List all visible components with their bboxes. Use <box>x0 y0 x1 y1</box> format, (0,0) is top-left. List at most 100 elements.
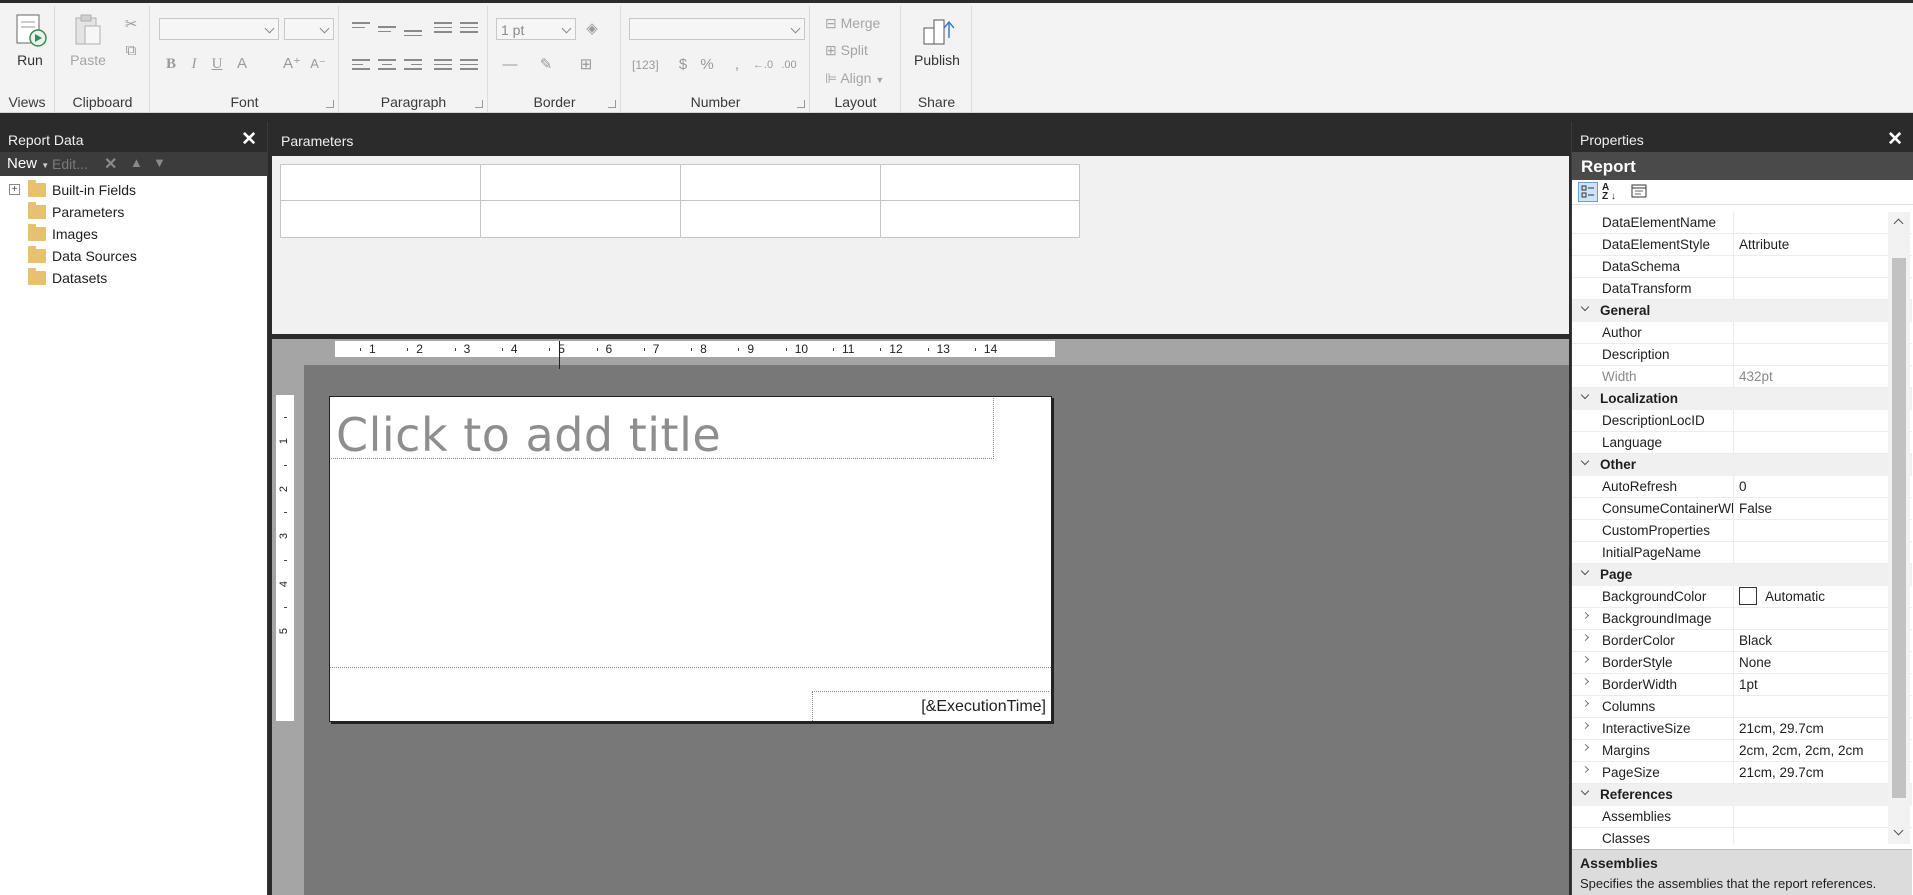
parameter-cell[interactable] <box>281 165 481 201</box>
new-button[interactable]: New ▼ <box>7 155 49 172</box>
fill-color-icon[interactable]: ◈ <box>581 18 603 40</box>
chevron-right-icon[interactable] <box>1581 611 1590 620</box>
chevron-right-icon[interactable] <box>1581 633 1590 642</box>
property-row[interactable]: BackgroundColor Automatic <box>1572 586 1912 608</box>
decrease-decimal-icon[interactable]: .00 <box>778 54 800 76</box>
increase-indent-icon[interactable] <box>460 22 478 36</box>
property-row[interactable]: ConsumeContainerWhitespace False <box>1572 498 1912 520</box>
scroll-up-icon[interactable] <box>1893 218 1904 229</box>
property-value[interactable]: 432pt <box>1733 366 1890 387</box>
chevron-right-icon[interactable] <box>1581 655 1590 664</box>
property-pages-icon[interactable] <box>1630 182 1650 202</box>
italic-icon[interactable]: I <box>183 53 205 75</box>
border-dialog-launcher-icon[interactable] <box>608 100 616 108</box>
property-value[interactable] <box>1733 212 1890 233</box>
tree-item[interactable]: Data Sources <box>0 245 267 267</box>
tree-item[interactable]: + Built-in Fields <box>0 179 267 201</box>
chevron-right-icon[interactable] <box>1581 743 1590 752</box>
property-row[interactable]: AutoRefresh 0 <box>1572 476 1912 498</box>
decrease-indent-icon[interactable] <box>434 22 452 36</box>
placeholder-icon[interactable]: [123] <box>632 54 659 76</box>
execution-time-textbox[interactable]: [&ExecutionTime] <box>812 691 1049 721</box>
property-value[interactable] <box>1733 278 1890 299</box>
parameter-cell[interactable] <box>881 201 1079 237</box>
property-row[interactable]: Author <box>1572 322 1912 344</box>
property-category[interactable]: General <box>1572 300 1912 322</box>
property-row[interactable]: DataTransform <box>1572 278 1912 300</box>
collapse-icon[interactable] <box>1580 302 1590 312</box>
design-surface[interactable]: 1 2 3 4 5 6 7 8 9 10 11 12 13 14 12345 Click to add t… <box>272 339 1569 895</box>
number-format-combo[interactable] <box>629 18 805 40</box>
property-row[interactable]: BorderWidth 1pt <box>1572 674 1912 696</box>
parameters-grid[interactable] <box>280 164 1080 238</box>
property-value[interactable] <box>1733 806 1890 827</box>
border-width-combo[interactable]: 1 pt <box>496 18 576 40</box>
property-value[interactable]: 21cm, 29.7cm <box>1733 718 1890 739</box>
property-value[interactable] <box>1733 344 1890 365</box>
scrollbar-thumb[interactable] <box>1892 258 1906 798</box>
property-value[interactable] <box>1733 256 1890 277</box>
font-size-combo[interactable] <box>284 18 334 40</box>
property-value[interactable]: Black <box>1733 630 1890 651</box>
align-left-icon[interactable] <box>352 59 370 73</box>
parameter-cell[interactable] <box>281 201 481 237</box>
run-button[interactable]: Run <box>10 12 50 68</box>
paragraph-dialog-launcher-icon[interactable] <box>475 100 483 108</box>
property-row[interactable]: DataElementStyle Attribute <box>1572 234 1912 256</box>
property-row[interactable]: InteractiveSize 21cm, 29.7cm <box>1572 718 1912 740</box>
move-down-icon[interactable]: ▼ <box>153 155 166 170</box>
bullet-list-icon[interactable] <box>434 59 452 73</box>
property-value[interactable] <box>1733 828 1890 844</box>
property-value[interactable]: 1pt <box>1733 674 1890 695</box>
align-button[interactable]: ⊫ Align ▼ <box>825 70 884 87</box>
currency-icon[interactable]: $ <box>672 54 694 76</box>
align-top-icon[interactable] <box>352 22 370 36</box>
publish-button[interactable]: Publish <box>912 12 962 68</box>
delete-icon[interactable]: ✕ <box>104 154 117 174</box>
close-icon[interactable]: ✕ <box>241 128 257 151</box>
property-category[interactable]: References <box>1572 784 1912 806</box>
property-row[interactable]: Width 432pt <box>1572 366 1912 388</box>
parameter-cell[interactable] <box>681 201 881 237</box>
property-category[interactable]: Localization <box>1572 388 1912 410</box>
property-row[interactable]: Columns <box>1572 696 1912 718</box>
property-row[interactable]: Margins 2cm, 2cm, 2cm, 2cm <box>1572 740 1912 762</box>
numbered-list-icon[interactable] <box>460 59 478 73</box>
font-dialog-launcher-icon[interactable] <box>326 100 334 108</box>
property-value[interactable] <box>1733 696 1890 717</box>
percent-icon[interactable]: % <box>696 54 718 76</box>
report-page[interactable]: Click to add title [&ExecutionTime] <box>329 396 1052 722</box>
tree-item[interactable]: Datasets <box>0 267 267 289</box>
property-row[interactable]: Assemblies <box>1572 806 1912 828</box>
property-value[interactable] <box>1733 322 1890 343</box>
number-dialog-launcher-icon[interactable] <box>797 100 805 108</box>
increase-font-icon[interactable]: A⁺ <box>281 53 303 75</box>
align-right-icon[interactable] <box>404 59 422 73</box>
expand-icon[interactable]: + <box>9 184 20 195</box>
tree-item[interactable]: Images <box>0 223 267 245</box>
collapse-icon[interactable] <box>1580 566 1590 576</box>
paste-button[interactable]: Paste <box>68 12 108 68</box>
property-grid[interactable]: DataElementName DataElementStyle Attribute… <box>1572 212 1912 844</box>
property-value[interactable]: 21cm, 29.7cm <box>1733 762 1890 783</box>
property-category[interactable]: Other <box>1572 454 1912 476</box>
collapse-icon[interactable] <box>1580 390 1590 400</box>
property-value[interactable]: None <box>1733 652 1890 673</box>
align-middle-icon[interactable] <box>378 26 396 40</box>
merge-button[interactable]: ⊟ Merge <box>825 15 880 32</box>
property-row[interactable]: CustomProperties <box>1572 520 1912 542</box>
scroll-down-icon[interactable] <box>1893 825 1904 836</box>
edit-button[interactable]: Edit... <box>52 156 88 172</box>
decrease-font-icon[interactable]: A⁻ <box>307 53 329 75</box>
underline-icon[interactable]: U <box>206 53 228 75</box>
border-color-icon[interactable]: ✎ <box>535 54 557 76</box>
tree-item[interactable]: Parameters <box>0 201 267 223</box>
copy-icon[interactable]: ⧉ <box>120 40 142 62</box>
property-value[interactable]: 2cm, 2cm, 2cm, 2cm <box>1733 740 1890 761</box>
property-value[interactable] <box>1733 608 1890 629</box>
chevron-right-icon[interactable] <box>1581 677 1590 686</box>
collapse-icon[interactable] <box>1580 786 1590 796</box>
parameter-cell[interactable] <box>481 165 681 201</box>
property-row[interactable]: DescriptionLocID <box>1572 410 1912 432</box>
collapse-icon[interactable] <box>1580 456 1590 466</box>
